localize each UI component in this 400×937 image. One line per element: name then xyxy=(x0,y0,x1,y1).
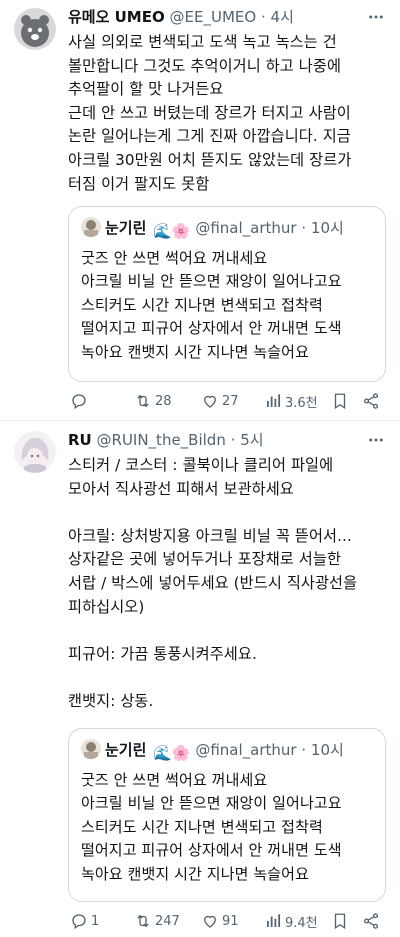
reply-button[interactable]: 1 xyxy=(70,910,99,932)
like-icon xyxy=(204,395,216,408)
separator-dot: · xyxy=(301,219,307,237)
views-button[interactable]: 3.6천 xyxy=(264,390,318,412)
quoted-author-handle: @final_arthur xyxy=(195,741,297,759)
author-handle[interactable]: @RUIN_the_Bildn xyxy=(97,431,226,449)
bookmark-button[interactable] xyxy=(331,910,349,932)
quoted-name-emojis: 🌊🌸 xyxy=(153,744,191,762)
quoted-header: 눈기린 🌊🌸 @final_arthur · 10시 xyxy=(81,739,375,764)
retweet-count: 28 xyxy=(155,393,172,409)
retweet-icon xyxy=(137,394,149,408)
quoted-tweet[interactable]: 눈기린 🌊🌸 @final_arthur · 10시 굿즈 안 쓰면 썩어요 꺼… xyxy=(68,728,386,902)
reply-icon xyxy=(72,394,86,410)
quoted-avatar xyxy=(81,217,101,237)
quoted-author-name: 눈기린 xyxy=(105,219,147,237)
retweet-count: 247 xyxy=(155,913,180,929)
quoted-author-name: 눈기린 xyxy=(105,741,147,759)
like-button[interactable]: 91 xyxy=(201,910,239,932)
share-button[interactable] xyxy=(362,390,380,412)
author-handle[interactable]: @EE_UMEO xyxy=(170,8,257,26)
author-name[interactable]: RU xyxy=(68,431,92,449)
quoted-text: 굿즈 안 쓰면 썩어요 꺼내세요 아크릴 비닐 안 뜯으면 재앙이 일어나고요 … xyxy=(81,771,342,883)
more-icon[interactable] xyxy=(366,431,386,451)
avatar[interactable] xyxy=(14,8,56,50)
reply-icon xyxy=(72,914,86,930)
like-icon xyxy=(204,915,216,928)
timestamp[interactable]: 5시 xyxy=(240,431,263,449)
bookmark-icon xyxy=(334,393,346,410)
more-icon[interactable] xyxy=(366,8,386,28)
quoted-author-handle: @final_arthur xyxy=(195,219,297,237)
views-icon xyxy=(267,394,281,407)
timestamp[interactable]: 4시 xyxy=(271,8,294,26)
avatar[interactable] xyxy=(14,431,56,473)
quoted-tweet[interactable]: 눈기린 🌊🌸 @final_arthur · 10시 굿즈 안 쓰면 썩어요 꺼… xyxy=(68,206,386,382)
bookmark-icon xyxy=(334,913,346,930)
tweet[interactable]: 유메오 UMEO @EE_UMEO · 4시 사실 의외로 변색되고 도색 녹고… xyxy=(0,0,400,420)
reply-button[interactable] xyxy=(70,390,91,412)
separator-dot: · xyxy=(301,741,307,759)
bookmark-button[interactable] xyxy=(331,390,349,412)
view-count: 3.6천 xyxy=(285,395,318,411)
separator-dot: · xyxy=(230,431,236,449)
tweet-header: 유메오 UMEO @EE_UMEO · 4시 xyxy=(68,7,360,27)
tweet-text: 사실 의외로 변색되고 도색 녹고 녹스는 건 볼만합니다 그것도 추억이거니 … xyxy=(68,33,352,193)
tweet-header: RU @RUIN_the_Bildn · 5시 xyxy=(68,430,360,450)
quoted-timestamp: 10시 xyxy=(310,219,344,237)
share-icon xyxy=(363,913,379,929)
separator-dot: · xyxy=(260,8,266,26)
views-button[interactable]: 9.4천 xyxy=(264,910,318,932)
quoted-name-emojis: 🌊🌸 xyxy=(153,222,191,240)
like-button[interactable]: 27 xyxy=(201,390,239,412)
action-bar: 28 27 3.6천 xyxy=(68,390,386,412)
share-icon xyxy=(363,393,379,409)
action-bar: 1 247 91 9.4천 xyxy=(68,910,386,932)
quoted-timestamp: 10시 xyxy=(310,741,344,759)
quoted-header: 눈기린 🌊🌸 @final_arthur · 10시 xyxy=(81,217,375,242)
like-count: 27 xyxy=(222,393,239,409)
retweet-icon xyxy=(137,914,149,928)
views-icon xyxy=(267,914,281,927)
share-button[interactable] xyxy=(362,910,380,932)
tweet-text: 스티커 / 코스터 : 콜북이나 클리어 파일에 모아서 직사광선 피해서 보관… xyxy=(68,456,358,710)
tweet[interactable]: RU @RUIN_the_Bildn · 5시 스티커 / 코스터 : 콜북이나… xyxy=(0,421,400,937)
reply-count: 1 xyxy=(91,913,100,929)
retweet-button[interactable]: 28 xyxy=(134,390,172,412)
quoted-text: 굿즈 안 쓰면 썩어요 꺼내세요 아크릴 비닐 안 뜯으면 재앙이 일어나고요 … xyxy=(81,249,342,361)
like-count: 91 xyxy=(222,913,239,929)
retweet-button[interactable]: 247 xyxy=(134,910,180,932)
author-name[interactable]: 유메오 UMEO xyxy=(68,8,165,26)
view-count: 9.4천 xyxy=(285,915,318,931)
quoted-avatar xyxy=(81,739,101,759)
